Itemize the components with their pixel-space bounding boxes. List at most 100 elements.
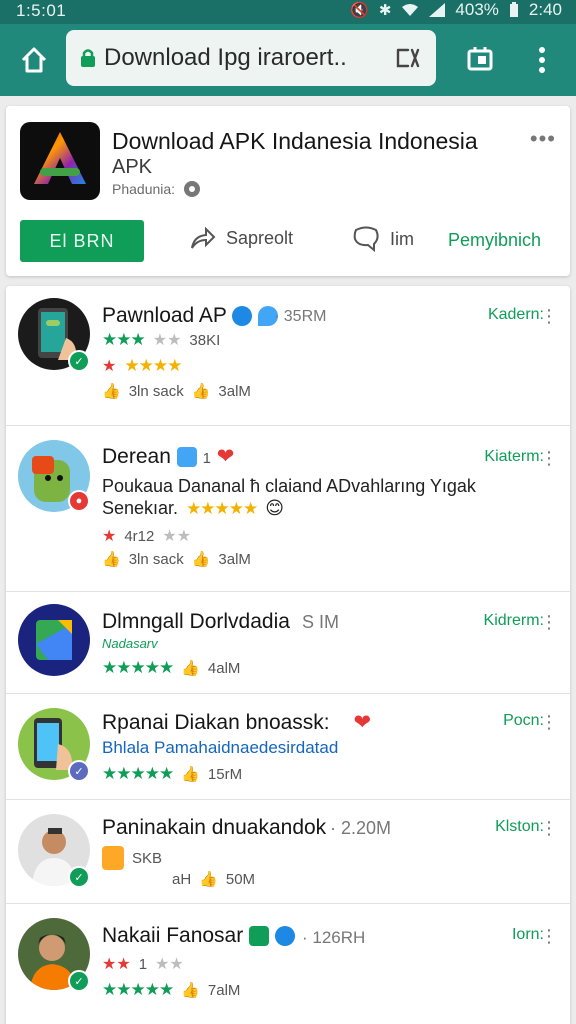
list-item[interactable]: ● Derean 1 ❤ Kiaterm: ⋮ Poukaua Dananal … <box>6 426 570 592</box>
item-description: Poukaua Dananal ħ claiand ADvahlarıng Yı… <box>102 476 476 496</box>
item-tag: Nadasarv <box>102 636 158 651</box>
likes-text: 3ln sack <box>128 382 184 400</box>
rating-text: 38KI <box>189 331 221 349</box>
rating-stars-yellow: ★★★★★ <box>186 498 258 518</box>
item-more-button[interactable]: ⋮ <box>540 449 558 467</box>
item-title: Rpanai Diakan bnoassk: ❤ <box>102 710 371 735</box>
item-title-text: Nakaii Fanosar <box>102 924 244 947</box>
share-label: Sapreolt <box>226 227 294 248</box>
likes-text: 3ln sack <box>128 550 184 568</box>
app-logo-icon <box>34 132 86 184</box>
like-icon[interactable]: 👍 <box>192 382 211 400</box>
rating-line: ★★★ ★★ 38KI <box>102 330 220 350</box>
tab-switcher-button[interactable] <box>458 38 502 82</box>
install-button[interactable]: El BRN <box>20 220 144 262</box>
star-icon: ★ <box>102 528 117 545</box>
mini-text-2: aH <box>172 870 192 888</box>
edit-tab-icon[interactable] <box>394 44 422 72</box>
status-bar: 1:5:01 🔇 ✱ 403% 2:40 <box>0 0 576 24</box>
stats-line: 👍 3ln sack 👍 3alM <box>102 550 251 569</box>
url-text: Download Ipg iraroert.. <box>104 44 347 71</box>
app-badge-icon: ✓ <box>68 350 90 372</box>
status-time-right: 2:40 <box>528 0 562 19</box>
item-more-button[interactable]: ⋮ <box>540 307 558 325</box>
rating-stars-empty: ★★ <box>162 528 192 545</box>
item-title-text: Derean <box>102 445 171 468</box>
mute-icon: 🔇 <box>350 2 369 19</box>
stats-line: ★★★★★ 👍 15rM <box>102 764 242 784</box>
developer-label: Phadunia: <box>112 181 176 197</box>
extra-action-label: Pemyibnich <box>448 230 542 250</box>
item-title-text: Pawnload AP <box>102 304 227 327</box>
item-more-button[interactable]: ⋮ <box>540 819 558 837</box>
more-options-button[interactable]: ••• <box>530 126 556 152</box>
item-size: · 35RM <box>274 308 327 325</box>
item-more-button[interactable]: ⋮ <box>540 927 558 945</box>
tab-switcher-icon <box>467 47 493 71</box>
item-status: Kidrerm: <box>483 612 544 629</box>
home-button[interactable] <box>12 38 56 82</box>
rating-stars: ★★★★★ <box>102 658 174 677</box>
list-item[interactable]: ✓ Pawnload AP · 35RM Kadern: ⋮ ★★★ ★★ 38K… <box>6 286 570 426</box>
status-icons: 🔇 ✱ 403% 2:40 <box>350 0 562 20</box>
app-title: Download APK Indanesia Indonesia <box>112 128 478 154</box>
home-icon <box>21 47 47 73</box>
lock-icon <box>81 49 95 67</box>
rating-line: ★★ 1 ★★ <box>102 954 184 974</box>
stats-line: 👍 3ln sack 👍 3alM <box>102 382 251 401</box>
app-mini-icon <box>176 447 197 468</box>
like-icon[interactable]: 👍 <box>181 981 200 999</box>
battery-icon <box>509 2 518 17</box>
menu-button[interactable] <box>520 38 564 82</box>
status-time-left: 1:5:01 <box>16 1 67 20</box>
vertical-dots-icon <box>539 47 545 73</box>
wifi-icon <box>402 4 419 16</box>
list-item[interactable]: Dlmngall Dorlvdadia S IM Kidrerm: ⋮ Nada… <box>6 592 570 694</box>
item-status: Klston: <box>495 818 544 835</box>
like-icon[interactable]: 👍 <box>192 550 211 568</box>
install-label: El BRN <box>49 230 115 251</box>
rating-line-2: ★ ★★★★ <box>102 356 182 376</box>
like-icon[interactable]: 👍 <box>102 382 121 400</box>
maps-app-icon <box>36 620 72 660</box>
stats-line: ★★★★★ 👍 7alM <box>102 980 240 1000</box>
item-title-text: Rpanai Diakan bnoassk: <box>102 711 330 734</box>
list-item[interactable]: ✓ Paninakain dnuakandok · 2.20M Klston: … <box>6 800 570 904</box>
rating-text: 1 <box>138 955 148 973</box>
wishlist-label: Iim <box>390 228 414 249</box>
rating-stars-empty: ★★ <box>155 956 184 973</box>
app-subtitle: APK <box>112 156 153 178</box>
verified-icon <box>232 306 253 327</box>
rating-stars: ★★★ <box>102 330 146 349</box>
app-header-card: Download APK Indanesia Indonesia APK Pha… <box>6 106 570 276</box>
like-icon[interactable]: 👍 <box>181 659 200 677</box>
item-title: Dlmngall Dorlvdadia <box>102 610 290 633</box>
badge-count: 1 <box>202 450 211 467</box>
list-item[interactable]: ✓ Nakaii Fanosar · 126RH Iorn: ⋮ ★★ 1 ★★… <box>6 904 570 1024</box>
extra-action-link[interactable]: Pemyibnich <box>448 230 541 251</box>
browser-toolbar: Download Ipg iraroert.. <box>0 24 576 96</box>
app-badge-icon: ✓ <box>68 970 90 992</box>
like-icon[interactable]: 👍 <box>102 550 121 568</box>
share-button[interactable]: Sapreolt <box>190 226 293 250</box>
item-status: Kadern: <box>487 306 544 323</box>
avatar <box>18 604 90 676</box>
item-title: Derean 1 ❤ <box>102 444 234 469</box>
url-bar[interactable]: Download Ipg iraroert.. <box>66 30 436 86</box>
item-title: Paninakain dnuakandok <box>102 816 327 839</box>
item-more-button[interactable]: ⋮ <box>540 613 558 631</box>
rating-stars: ★★★★★ <box>102 764 174 783</box>
like-icon[interactable]: 👍 <box>199 870 218 888</box>
app-developer: Phadunia: <box>112 180 201 198</box>
app-badge-icon: ✓ <box>68 866 90 888</box>
item-description: Bhlala Pamahaidnaedesirdatad <box>102 738 339 757</box>
item-size: · 126RH <box>302 928 366 947</box>
chat-icon <box>353 226 379 252</box>
like-icon[interactable]: 👍 <box>181 765 200 783</box>
downloads-text: 50M <box>225 870 256 888</box>
wishlist-button[interactable]: Iim <box>352 226 414 252</box>
item-status: Kiaterm: <box>484 448 544 465</box>
list-item[interactable]: ✓ Rpanai Diakan bnoassk: ❤ Pocn: ⋮ Bhlal… <box>6 694 570 800</box>
item-more-button[interactable]: ⋮ <box>540 713 558 731</box>
verified-icon <box>274 926 295 947</box>
